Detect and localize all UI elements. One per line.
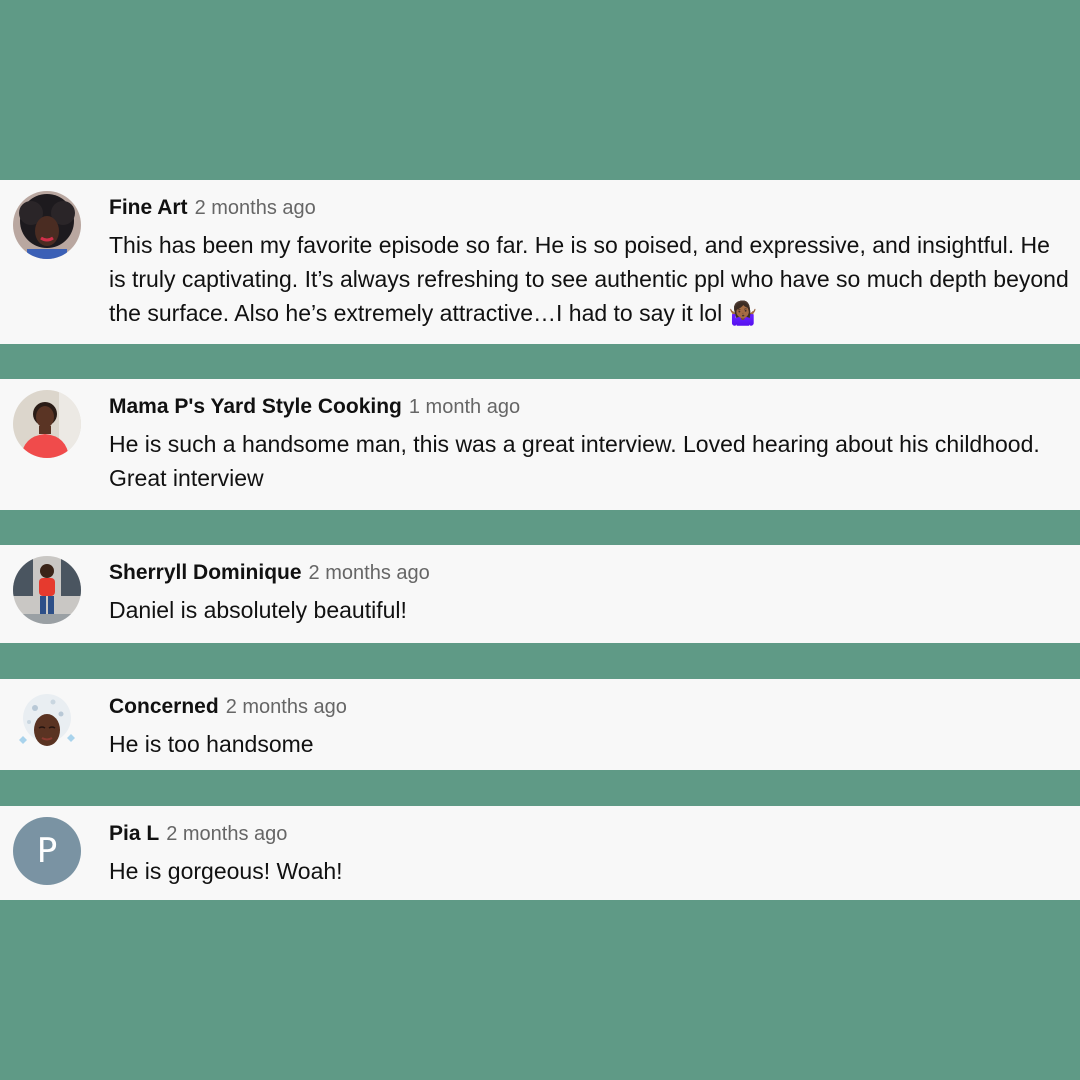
- comment-card: Sherryll Dominique 2 months ago Daniel is…: [0, 545, 1080, 643]
- timestamp[interactable]: 1 month ago: [409, 396, 520, 418]
- comment-card: Fine Art 2 months ago This has been my fa…: [0, 180, 1080, 344]
- author-name[interactable]: Fine Art: [109, 196, 188, 219]
- comment-card: Concerned 2 months ago He is too handsome: [0, 679, 1080, 770]
- comment-text: He is gorgeous! Woah!: [109, 858, 343, 884]
- comment-text: He is such a handsome man, this was a gr…: [109, 431, 1040, 491]
- timestamp[interactable]: 2 months ago: [195, 197, 316, 219]
- timestamp[interactable]: 2 months ago: [309, 562, 430, 584]
- comment-card: P Pia L 2 months ago He is gorgeous! Woah…: [0, 806, 1080, 900]
- author-name[interactable]: Pia L: [109, 822, 159, 845]
- comment-meta: Mama P's Yard Style Cooking 1 month ago: [109, 395, 520, 421]
- user-photo-red-top-icon: [13, 390, 81, 458]
- comment-text: Daniel is absolutely beautiful!: [109, 597, 407, 623]
- avatar[interactable]: [13, 556, 81, 624]
- avatar[interactable]: P: [13, 817, 81, 885]
- author-name[interactable]: Mama P's Yard Style Cooking: [109, 395, 402, 418]
- comment-card: Mama P's Yard Style Cooking 1 month ago H…: [0, 379, 1080, 510]
- user-illustration-icon: [13, 690, 81, 758]
- timestamp[interactable]: 2 months ago: [226, 696, 347, 718]
- comment-meta: Concerned 2 months ago: [109, 695, 347, 721]
- author-name[interactable]: Sherryll Dominique: [109, 561, 302, 584]
- user-photo-standing-icon: [13, 556, 81, 624]
- comment-meta: Pia L 2 months ago: [109, 822, 287, 848]
- comment-meta: Fine Art 2 months ago: [109, 196, 316, 222]
- avatar[interactable]: [13, 690, 81, 758]
- avatar[interactable]: [13, 390, 81, 458]
- avatar-letter: P: [36, 831, 58, 871]
- timestamp[interactable]: 2 months ago: [166, 823, 287, 845]
- comment-text: This has been my favorite episode so far…: [109, 232, 1069, 326]
- avatar[interactable]: [13, 191, 81, 259]
- user-photo-curly-hair-icon: [13, 191, 81, 259]
- comment-meta: Sherryll Dominique 2 months ago: [109, 561, 430, 587]
- comment-text: He is too handsome: [109, 731, 314, 757]
- author-name[interactable]: Concerned: [109, 695, 219, 718]
